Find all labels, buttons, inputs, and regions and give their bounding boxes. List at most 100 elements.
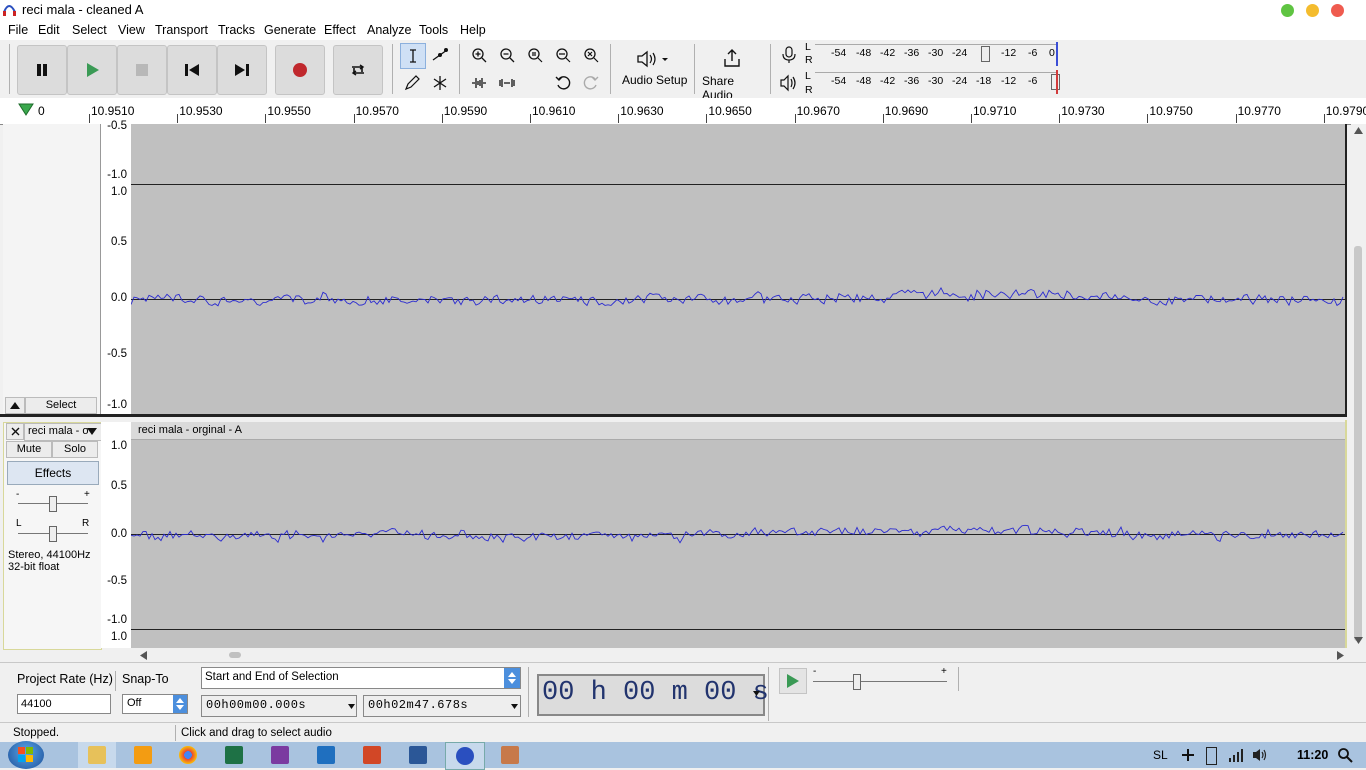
menu-tools[interactable]: Tools <box>419 23 448 37</box>
pause-button[interactable] <box>17 45 67 95</box>
network-icon[interactable] <box>1228 747 1244 766</box>
battery-icon[interactable] <box>1206 747 1217 765</box>
menu-help[interactable]: Help <box>460 23 486 37</box>
taskbar-media-player-icon[interactable] <box>134 746 152 764</box>
taskbar-explorer[interactable] <box>78 742 116 768</box>
dropdown-arrow-icon[interactable] <box>511 704 518 709</box>
fit-selection-button[interactable] <box>523 43 547 67</box>
envelope-tool-button[interactable] <box>428 43 452 67</box>
close-button[interactable] <box>1331 4 1344 17</box>
scroll-down-arrow-icon[interactable] <box>1354 637 1363 644</box>
menu-transport[interactable]: Transport <box>155 23 208 37</box>
trim-audio-button[interactable] <box>467 71 491 95</box>
horizontal-scrollbar[interactable] <box>136 648 1350 662</box>
timeline-ruler[interactable]: 0 10.9510 10.9530 10.9550 10.9570 10.9590 10.… <box>0 98 1366 125</box>
plus-icon[interactable] <box>1181 748 1195 765</box>
stop-button[interactable] <box>117 45 167 95</box>
draw-tool-button[interactable] <box>400 71 424 95</box>
share-audio-button[interactable]: Share Audio <box>700 44 764 102</box>
dropdown-arrow-icon[interactable] <box>348 704 355 709</box>
timeline-options-icon[interactable] <box>18 102 34 119</box>
snap-to-value: Off <box>127 697 142 709</box>
track-menu-button[interactable]: reci mala - o <box>24 423 102 441</box>
taskbar-audacity[interactable] <box>445 742 485 770</box>
maximize-button[interactable] <box>1281 4 1294 17</box>
selection-mode-select[interactable]: Start and End of Selection <box>201 667 521 689</box>
track1-control-panel[interactable]: Select <box>3 124 101 414</box>
menu-generate[interactable]: Generate <box>264 23 316 37</box>
playback-speaker-icon[interactable] <box>780 74 798 95</box>
loop-button[interactable] <box>333 45 383 95</box>
menu-file[interactable]: File <box>8 23 28 37</box>
vertical-scroll-thumb[interactable] <box>1354 246 1362 641</box>
pan-slider-thumb[interactable] <box>49 526 57 542</box>
silence-audio-button[interactable] <box>495 71 519 95</box>
vertical-scrollbar[interactable] <box>1351 124 1366 648</box>
track1-waveform[interactable] <box>131 124 1345 414</box>
multi-tool-button[interactable] <box>428 71 452 95</box>
horizontal-scroll-thumb[interactable] <box>229 652 241 658</box>
track2-control-panel[interactable]: reci mala - o Mute Solo Effects - + L R … <box>3 422 102 650</box>
clock[interactable]: 11:20 <box>1297 748 1328 762</box>
play-at-speed-button[interactable] <box>779 668 807 694</box>
zoom-toggle-button[interactable] <box>579 43 603 67</box>
playback-meter[interactable]: -54 -48 -42 -36 -30 -24 -18 -12 -6 <box>815 70 1060 94</box>
taskbar-onenote-icon[interactable] <box>271 746 289 764</box>
menu-select[interactable]: Select <box>72 23 107 37</box>
taskbar-chrome-icon[interactable] <box>179 746 197 764</box>
dropdown-arrow-icon[interactable] <box>753 691 760 696</box>
track2-vertical-ruler[interactable]: 1.0 0.5 0.0 -0.5 -1.0 1.0 <box>101 422 131 648</box>
start-button[interactable] <box>8 741 44 769</box>
menu-tracks[interactable]: Tracks <box>218 23 255 37</box>
taskbar-powerpoint-icon[interactable] <box>363 746 381 764</box>
undo-button[interactable] <box>551 71 575 95</box>
volume-icon[interactable] <box>1252 747 1268 766</box>
menu-analyze[interactable]: Analyze <box>367 23 411 37</box>
zoom-out-button[interactable] <box>495 43 519 67</box>
speed-slider-track[interactable] <box>813 681 947 682</box>
updown-arrows-icon[interactable] <box>173 695 187 713</box>
project-rate-input[interactable] <box>17 694 111 714</box>
taskbar-volume-app-icon[interactable] <box>501 746 519 764</box>
toolbar-grip[interactable] <box>9 44 10 94</box>
menu-view[interactable]: View <box>118 23 145 37</box>
updown-arrows-icon[interactable] <box>504 668 520 688</box>
selection-end-time[interactable]: 00h02m47.678s <box>363 695 521 717</box>
play-button[interactable] <box>67 45 117 95</box>
language-indicator[interactable]: SL <box>1153 748 1168 762</box>
track2-waveform[interactable]: reci mala - orginal - A <box>131 422 1345 648</box>
track1-vertical-ruler[interactable]: -0.5 -1.0 1.0 0.5 0.0 -0.5 -1.0 <box>101 120 131 414</box>
record-meter[interactable]: -54 -48 -42 -36 -30 -24 -12 -6 0 <box>815 42 1060 66</box>
skip-to-end-button[interactable] <box>217 45 267 95</box>
record-level-slider-thumb[interactable] <box>981 46 990 62</box>
record-button[interactable] <box>275 45 325 95</box>
effects-button[interactable]: Effects <box>7 461 99 485</box>
zoom-in-button[interactable] <box>467 43 491 67</box>
snap-to-select[interactable]: Off <box>122 694 188 714</box>
skip-to-start-button[interactable] <box>167 45 217 95</box>
taskbar-outlook-icon[interactable] <box>317 746 335 764</box>
gain-slider-thumb[interactable] <box>49 496 57 512</box>
minimize-button[interactable] <box>1306 4 1319 17</box>
scroll-up-arrow-icon[interactable] <box>1354 127 1363 134</box>
solo-button[interactable]: Solo <box>52 441 98 458</box>
redo-button[interactable] <box>579 71 603 95</box>
audio-position-display[interactable]: 00 h 00 m 00 s <box>537 674 769 716</box>
selection-tool-button[interactable] <box>400 43 426 69</box>
audio-setup-button[interactable]: Audio Setup <box>618 44 688 94</box>
taskbar-word-icon[interactable] <box>409 746 427 764</box>
mute-button[interactable]: Mute <box>6 441 52 458</box>
close-track-button[interactable] <box>6 423 24 440</box>
scroll-left-arrow-icon[interactable] <box>140 651 147 660</box>
search-icon[interactable] <box>1337 747 1353 766</box>
menu-edit[interactable]: Edit <box>38 23 60 37</box>
scroll-right-arrow-icon[interactable] <box>1337 651 1344 660</box>
menu-effect[interactable]: Effect <box>324 23 356 37</box>
speed-slider-thumb[interactable] <box>853 674 861 690</box>
taskbar-excel-icon[interactable] <box>225 746 243 764</box>
collapse-track-button[interactable] <box>5 397 25 414</box>
selection-start-time[interactable]: 00h00m00.000s <box>201 695 357 717</box>
fit-project-button[interactable] <box>551 43 575 67</box>
select-track-button[interactable]: Select <box>25 397 97 414</box>
microphone-icon[interactable] <box>780 46 798 67</box>
